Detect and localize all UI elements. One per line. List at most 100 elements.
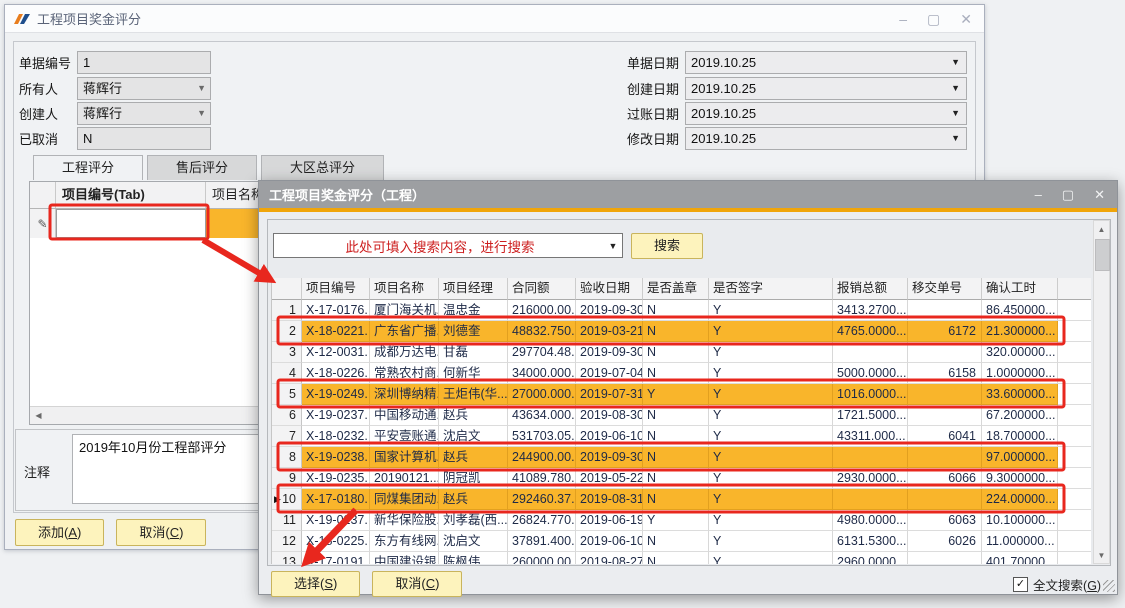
table-cell[interactable]: 1721.5000... [833,405,908,426]
tab-engineering-score[interactable]: 工程评分 [33,155,143,180]
table-cell[interactable]: 6066 [908,468,982,489]
column-header[interactable]: 项目名称 [370,278,439,300]
main-grid-col-project-no[interactable]: 项目编号(Tab) [56,182,206,208]
table-cell[interactable]: X-19-0237... [302,510,370,531]
chevron-down-icon[interactable]: ▼ [951,103,960,124]
table-row[interactable]: 13X-17-0191...中国建设银...陈枫伟260000.00...201… [272,552,1091,564]
table-cell[interactable]: Y [709,552,833,564]
field-input[interactable]: 1 [77,51,211,74]
maximize-icon[interactable]: ▢ [927,12,940,26]
table-cell[interactable]: X-18-0226... [302,363,370,384]
table-cell[interactable]: 531703.05... [508,426,576,447]
table-cell[interactable]: 401.70000... [982,552,1058,564]
table-cell[interactable] [908,552,982,564]
table-cell[interactable]: 4980.0000... [833,510,908,531]
date-dropdown[interactable]: 2019.10.25▼ [685,102,967,125]
table-cell[interactable]: Y [709,447,833,468]
chevron-down-icon[interactable]: ▼ [951,128,960,149]
table-cell[interactable]: 赵兵 [439,405,508,426]
field-input[interactable]: N [77,127,211,150]
table-cell[interactable]: X-19-0237... [302,405,370,426]
table-row[interactable]: ▶10X-17-0180...同煤集团动...赵兵292460.37...201… [272,489,1091,510]
row-selector-cell[interactable]: 5 [272,384,302,405]
table-cell[interactable]: 2019-03-21 [576,321,643,342]
table-cell[interactable]: 3413.2700... [833,300,908,321]
table-cell[interactable]: N [643,447,709,468]
table-cell[interactable]: 东方有线网... [370,531,439,552]
table-cell[interactable]: 2960.0000... [833,552,908,564]
table-cell[interactable]: Y [643,384,709,405]
table-cell[interactable]: 王炬伟(华... [439,384,508,405]
table-cell[interactable]: 11.000000... [982,531,1058,552]
row-selector-cell[interactable]: 11 [272,510,302,531]
table-cell[interactable]: 赵兵 [439,489,508,510]
column-header[interactable]: 确认工时 [982,278,1058,300]
table-cell[interactable]: 沈启文 [439,426,508,447]
table-cell[interactable]: X-18-0225... [302,531,370,552]
table-cell[interactable] [908,489,982,510]
table-cell[interactable]: 18.700000... [982,426,1058,447]
table-cell[interactable]: X-18-0221... [302,321,370,342]
table-cell[interactable] [908,384,982,405]
table-cell[interactable]: 2019-09-30 [576,300,643,321]
table-cell[interactable]: 6026 [908,531,982,552]
table-cell[interactable]: X-17-0180... [302,489,370,510]
table-cell[interactable]: 厦门海关机... [370,300,439,321]
table-cell[interactable]: 2019-08-31 [576,489,643,510]
checkbox-checked-icon[interactable]: ✓ [1013,577,1028,592]
scrollbar-thumb[interactable] [1095,239,1110,271]
table-cell[interactable]: 27000.000... [508,384,576,405]
table-cell[interactable]: 中国移动通... [370,405,439,426]
chevron-down-icon[interactable]: ▼ [951,52,960,73]
combo-dropdown-icon[interactable]: ▼ [604,234,622,257]
table-cell[interactable]: Y [709,321,833,342]
close-icon[interactable]: ✕ [960,12,972,26]
table-cell[interactable]: 48832.750... [508,321,576,342]
table-cell[interactable]: 2930.0000... [833,468,908,489]
table-cell[interactable]: 2019-08-27 [576,552,643,564]
table-cell[interactable]: 26824.770... [508,510,576,531]
row-selector-cell[interactable]: ▶10 [272,489,302,510]
table-cell[interactable]: N [643,363,709,384]
table-row[interactable]: 3X-12-0031...成都万达电...甘磊297704.48...2019-… [272,342,1091,363]
table-cell[interactable]: 244900.00... [508,447,576,468]
row-selector-cell[interactable]: 3 [272,342,302,363]
table-cell[interactable]: 10.100000... [982,510,1058,531]
popup-minimize-icon[interactable]: – [1035,188,1042,201]
table-cell[interactable]: 21.300000... [982,321,1058,342]
table-cell[interactable]: 阴冠凯 [439,468,508,489]
table-cell[interactable] [833,447,908,468]
row-selector-cell[interactable]: 9 [272,468,302,489]
table-row[interactable]: 2X-18-0221...广东省广播...刘德奎48832.750...2019… [272,321,1091,342]
popup-vscrollbar[interactable]: ▲ ▼ [1093,220,1110,564]
tab-aftersales-score[interactable]: 售后评分 [147,155,257,180]
table-row[interactable]: 12X-18-0225...东方有线网...沈启文37891.400...201… [272,531,1091,552]
scroll-left-icon[interactable]: ◀ [30,407,47,423]
table-cell[interactable] [908,405,982,426]
table-cell[interactable]: X-17-0191... [302,552,370,564]
table-cell[interactable]: 2019-06-19 [576,510,643,531]
scroll-down-icon[interactable]: ▼ [1094,547,1109,563]
table-cell[interactable]: 216000.00... [508,300,576,321]
table-cell[interactable]: Y [709,531,833,552]
table-cell[interactable]: X-17-0176... [302,300,370,321]
table-cell[interactable]: 43311.000... [833,426,908,447]
table-cell[interactable]: 34000.000... [508,363,576,384]
table-row[interactable]: 8X-19-0238...国家计算机...赵兵244900.00...2019-… [272,447,1091,468]
table-cell[interactable]: 260000.00... [508,552,576,564]
table-cell[interactable]: 97.000000... [982,447,1058,468]
project-no-edit-cell[interactable] [56,209,206,238]
table-cell[interactable]: 5000.0000... [833,363,908,384]
table-cell[interactable]: Y [709,342,833,363]
table-cell[interactable]: 2019-07-04 [576,363,643,384]
column-header[interactable]: 合同额 [508,278,576,300]
table-cell[interactable]: Y [709,300,833,321]
table-cell[interactable]: 297704.48... [508,342,576,363]
column-header[interactable]: 移交单号 [908,278,982,300]
table-cell[interactable]: 86.450000... [982,300,1058,321]
table-cell[interactable]: 43634.000... [508,405,576,426]
table-cell[interactable]: N [643,468,709,489]
table-cell[interactable]: 成都万达电... [370,342,439,363]
column-header[interactable]: 报销总额 [833,278,908,300]
table-cell[interactable]: 甘磊 [439,342,508,363]
